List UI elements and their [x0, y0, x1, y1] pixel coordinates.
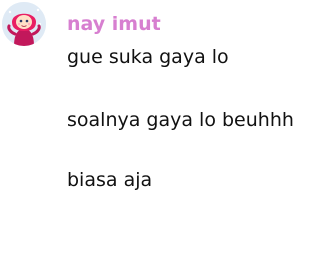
message-line: gue suka gaya lo: [67, 46, 229, 68]
message-line: biasa aja: [67, 169, 153, 191]
message-line: soalnya gaya lo beuhhh: [67, 109, 294, 131]
character-avatar-icon: [2, 2, 46, 46]
user-avatar[interactable]: [2, 2, 46, 46]
chat-message: nay imut gue suka gaya lo soalnya gaya l…: [0, 0, 320, 258]
username[interactable]: nay imut: [67, 12, 161, 36]
